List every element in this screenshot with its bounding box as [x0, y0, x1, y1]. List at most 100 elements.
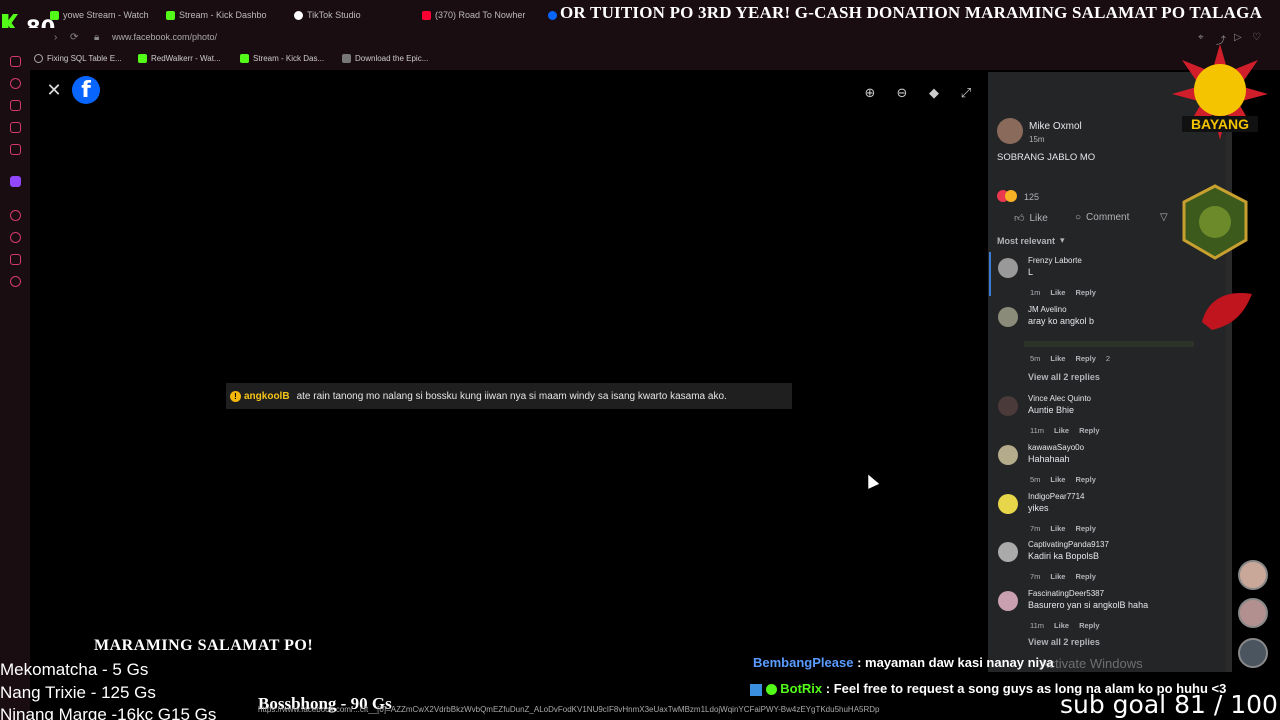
comment-time[interactable]: 7m: [1030, 524, 1040, 533]
thumbs-up-icon: 👍︎: [1014, 213, 1025, 224]
bayang-roleplay-logo: BAYANG: [1172, 44, 1268, 140]
comment-time[interactable]: 11m: [1030, 426, 1044, 435]
kick-icon: [240, 54, 249, 63]
history-icon[interactable]: [10, 78, 21, 89]
comment-reaction-count[interactable]: 2: [1106, 354, 1110, 363]
comment-text: yikes: [1028, 503, 1049, 513]
tab-kick-dashboard[interactable]: Stream - Kick Dashbo: [166, 6, 278, 24]
bookmark-label: Fixing SQL Table E...: [47, 54, 122, 63]
commenter-name[interactable]: FascinatingDeer5387: [1028, 589, 1148, 598]
sort-dropdown[interactable]: Most relevant ▾: [997, 235, 1065, 246]
commenter-name[interactable]: JM Avelino: [1028, 305, 1094, 314]
share-button[interactable]: ▽: [1160, 212, 1168, 223]
kick-icon: [50, 10, 59, 20]
m-icon[interactable]: [10, 144, 21, 155]
forward-icon[interactable]: ›: [54, 32, 57, 43]
comment-meta: 11m Like Reply: [1030, 621, 1100, 630]
bookmark-epic[interactable]: Download the Epic...: [342, 54, 428, 63]
bookmark-sql[interactable]: Fixing SQL Table E...: [34, 54, 122, 63]
news-icon[interactable]: [10, 122, 21, 133]
comment-meta: 5m Like Reply: [1030, 475, 1096, 484]
chat-highlight-overlay: ! angkoolB ate rain tanong mo nalang si …: [226, 383, 792, 409]
comment-time[interactable]: 1m: [1030, 288, 1040, 297]
commenter-name[interactable]: CaptivatingPanda9137: [1028, 540, 1109, 549]
post-author-name[interactable]: Mike Oxmol: [1029, 121, 1082, 132]
extensions-icon[interactable]: [10, 254, 21, 265]
lock-icon: 🔒︎: [94, 32, 100, 43]
commenter-avatar[interactable]: [998, 307, 1018, 327]
comment-time[interactable]: 5m: [1030, 354, 1040, 363]
comment-like-button[interactable]: Like: [1050, 288, 1065, 297]
comment-meta: 5m Like Reply 2: [1030, 354, 1110, 363]
tag-icon[interactable]: ◆: [926, 85, 942, 101]
comment-reply-button[interactable]: Reply: [1075, 524, 1095, 533]
url-field[interactable]: www.facebook.com/photo/: [112, 32, 217, 42]
comment-text: Hahahaah: [1028, 454, 1070, 464]
chevron-down-icon: ▾: [1060, 235, 1065, 245]
commenter-avatar[interactable]: [998, 258, 1018, 278]
commenter-avatar[interactable]: [998, 445, 1018, 465]
comment-like-button[interactable]: Like: [1054, 621, 1069, 630]
tab-yowe-stream[interactable]: yowe Stream - Watch: [50, 6, 150, 24]
comment-reply-button[interactable]: Reply: [1075, 475, 1095, 484]
comment-attachment-image[interactable]: [1024, 341, 1194, 347]
comment-time[interactable]: 7m: [1030, 572, 1040, 581]
comment-like-button[interactable]: Like: [1054, 426, 1069, 435]
comment-text: L: [1028, 267, 1034, 277]
comment-time[interactable]: 11m: [1030, 621, 1044, 630]
commenter-avatar[interactable]: [998, 591, 1018, 611]
facebook-logo-icon[interactable]: f: [72, 76, 100, 104]
like-button[interactable]: 👍︎ Like: [1014, 212, 1048, 225]
bookmark-kick-dashboard[interactable]: Stream - Kick Das...: [240, 54, 324, 63]
bayang-logo-text: BAYANG: [1191, 116, 1249, 132]
comment-button[interactable]: ○ Comment: [1075, 212, 1129, 223]
player-icon[interactable]: [10, 210, 21, 221]
comment-reply-button[interactable]: Reply: [1079, 426, 1099, 435]
reload-icon[interactable]: ⟳: [70, 32, 78, 43]
commenter-avatar[interactable]: [998, 542, 1018, 562]
verified-badge-icon: [765, 684, 777, 696]
messenger-icon[interactable]: [10, 56, 21, 67]
comment-bubble: IndigoPear7714 yikes: [1028, 492, 1085, 513]
comment-like-button[interactable]: Like: [1050, 354, 1065, 363]
view-replies-link[interactable]: View all 2 replies: [1028, 372, 1100, 382]
comment-reply-button[interactable]: Reply: [1075, 288, 1095, 297]
reaction-icons[interactable]: [997, 190, 1019, 202]
comment-like-button[interactable]: Like: [1050, 572, 1065, 581]
commenter-name[interactable]: kawawaSayo0o: [1028, 443, 1084, 452]
twitch-icon[interactable]: [10, 176, 21, 187]
panel-scrollbar[interactable]: [1226, 72, 1232, 672]
post-author-avatar[interactable]: [997, 118, 1023, 144]
post-time[interactable]: 15m: [1029, 135, 1045, 144]
bookmark-redwalkerr[interactable]: RedWalkerr - Wat...: [138, 54, 221, 63]
comment-item: CaptivatingPanda9137 Kadiri ka BopolsB 7…: [998, 540, 1218, 584]
chat-separator: :: [825, 681, 831, 696]
zoom-in-icon[interactable]: ⊕: [862, 85, 878, 101]
tiktok-icon: [294, 10, 303, 20]
youtube-icon: [422, 10, 431, 20]
comment-reply-button[interactable]: Reply: [1075, 572, 1095, 581]
commenter-avatar[interactable]: [998, 396, 1018, 416]
close-icon[interactable]: ✕: [46, 81, 62, 99]
fullscreen-icon[interactable]: ⤢: [958, 85, 974, 101]
bag-icon[interactable]: [10, 100, 21, 111]
clock-icon[interactable]: [10, 232, 21, 243]
streamer-cam-avatar: [1238, 598, 1268, 628]
sort-label: Most relevant: [997, 235, 1056, 246]
tab-tiktok-studio[interactable]: TikTok Studio: [294, 6, 394, 24]
settings-icon[interactable]: [10, 276, 21, 287]
comment-like-button[interactable]: Like: [1050, 524, 1065, 533]
view-replies-link[interactable]: View all 2 replies: [1028, 637, 1100, 647]
comment-like-button[interactable]: Like: [1050, 475, 1065, 484]
commenter-name[interactable]: Vince Alec Quinto: [1028, 394, 1091, 403]
reaction-count[interactable]: 125: [1024, 192, 1039, 202]
tab-youtube-road[interactable]: (370) Road To Nowher: [422, 6, 532, 24]
comment-reply-button[interactable]: Reply: [1079, 621, 1099, 630]
zoom-out-icon[interactable]: ⊖: [894, 85, 910, 101]
donation-ticker: OR TUITION PO 3RD YEAR! G-CASH DONATION …: [560, 3, 1263, 22]
commenter-name[interactable]: Frenzy Laborte: [1028, 256, 1082, 265]
comment-reply-button[interactable]: Reply: [1075, 354, 1095, 363]
commenter-name[interactable]: IndigoPear7714: [1028, 492, 1085, 501]
commenter-avatar[interactable]: [998, 494, 1018, 514]
comment-time[interactable]: 5m: [1030, 475, 1040, 484]
